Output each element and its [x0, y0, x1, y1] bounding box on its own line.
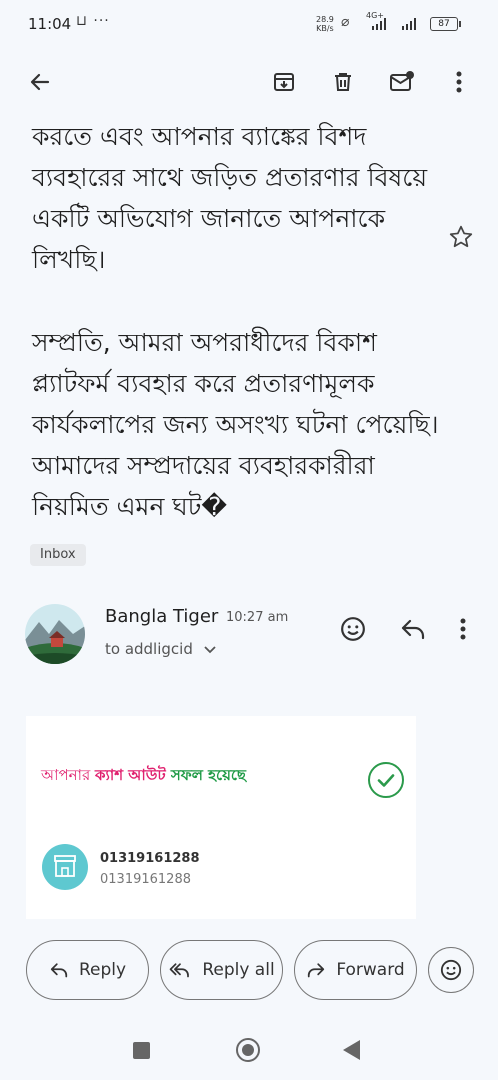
- mark-unread-button[interactable]: [384, 64, 420, 100]
- smiley-icon: [440, 959, 462, 981]
- account-number-primary: 01319161288: [100, 851, 200, 866]
- toolbar: [0, 52, 498, 116]
- sender-avatar[interactable]: [25, 604, 85, 664]
- emoji-react-button-bottom[interactable]: [428, 947, 474, 993]
- back-nav-button[interactable]: [343, 1040, 360, 1060]
- archive-button[interactable]: [266, 64, 302, 100]
- trash-icon: [335, 73, 351, 91]
- wifi-off-icon: ⌀: [341, 14, 350, 30]
- reply-button[interactable]: Reply: [26, 940, 149, 1000]
- recipient-text: to addligcid: [105, 640, 193, 658]
- sender-name[interactable]: Bangla Tiger: [105, 606, 218, 627]
- chevron-down-icon: [204, 646, 216, 654]
- reply-icon: [401, 619, 425, 640]
- avatar-image: [25, 604, 85, 664]
- more-vert-icon: [456, 71, 462, 93]
- smiley-icon: [341, 617, 365, 641]
- reply-icon-button[interactable]: [400, 618, 426, 644]
- success-check-icon: [368, 762, 404, 798]
- status-time: 11:04: [28, 15, 72, 33]
- mail-unread-icon: [390, 71, 414, 91]
- label-chip-inbox[interactable]: Inbox: [30, 544, 86, 566]
- forward-icon: [308, 963, 325, 978]
- reply-icon: [50, 963, 68, 978]
- sent-time: 10:27 am: [226, 610, 289, 625]
- star-icon: [449, 225, 473, 248]
- reply-all-button[interactable]: Reply all: [160, 940, 283, 1000]
- arrow-left-icon: [30, 73, 50, 91]
- recents-button[interactable]: [133, 1042, 150, 1059]
- home-button[interactable]: [236, 1038, 260, 1062]
- cashout-status-text: আপনার ক্যাশ আউট সফল হয়েছে: [41, 766, 247, 784]
- more-vert-icon: [460, 618, 466, 640]
- more-options-button[interactable]: [441, 64, 477, 100]
- reply-all-icon: [169, 963, 190, 978]
- delete-button[interactable]: [325, 64, 361, 100]
- recipient-toggle[interactable]: to addligcid: [105, 640, 216, 658]
- notification-icons: ⊔ ···: [76, 13, 110, 29]
- emoji-react-button[interactable]: [340, 616, 366, 646]
- forward-button[interactable]: Forward: [294, 940, 417, 1000]
- account-number-secondary: 01319161288: [100, 872, 191, 887]
- store-icon: [42, 844, 88, 890]
- network-speed: 28.9 KB/s: [316, 15, 334, 33]
- status-bar: 11:04 ⊔ ··· 28.9 KB/s ⌀ 4G+ 87: [0, 0, 498, 48]
- signal-icon: [372, 18, 416, 30]
- archive-icon: [274, 73, 294, 91]
- back-button[interactable]: [22, 64, 58, 100]
- email-body-paragraph-2: সম্প্রতি, আমরা অপরাধীদের বিকাশ প্ল্যাটফর…: [32, 328, 439, 521]
- message-more-button[interactable]: [460, 618, 466, 644]
- email-body-paragraph-1: করতে এবং আপনার ব্যাঙ্কের বিশদ ব্যবহারের …: [32, 122, 428, 274]
- star-button[interactable]: [448, 224, 476, 252]
- email-card: আপনার ক্যাশ আউট সফল হয়েছে 01319161288 0…: [26, 716, 416, 919]
- battery-icon: 87: [430, 17, 461, 31]
